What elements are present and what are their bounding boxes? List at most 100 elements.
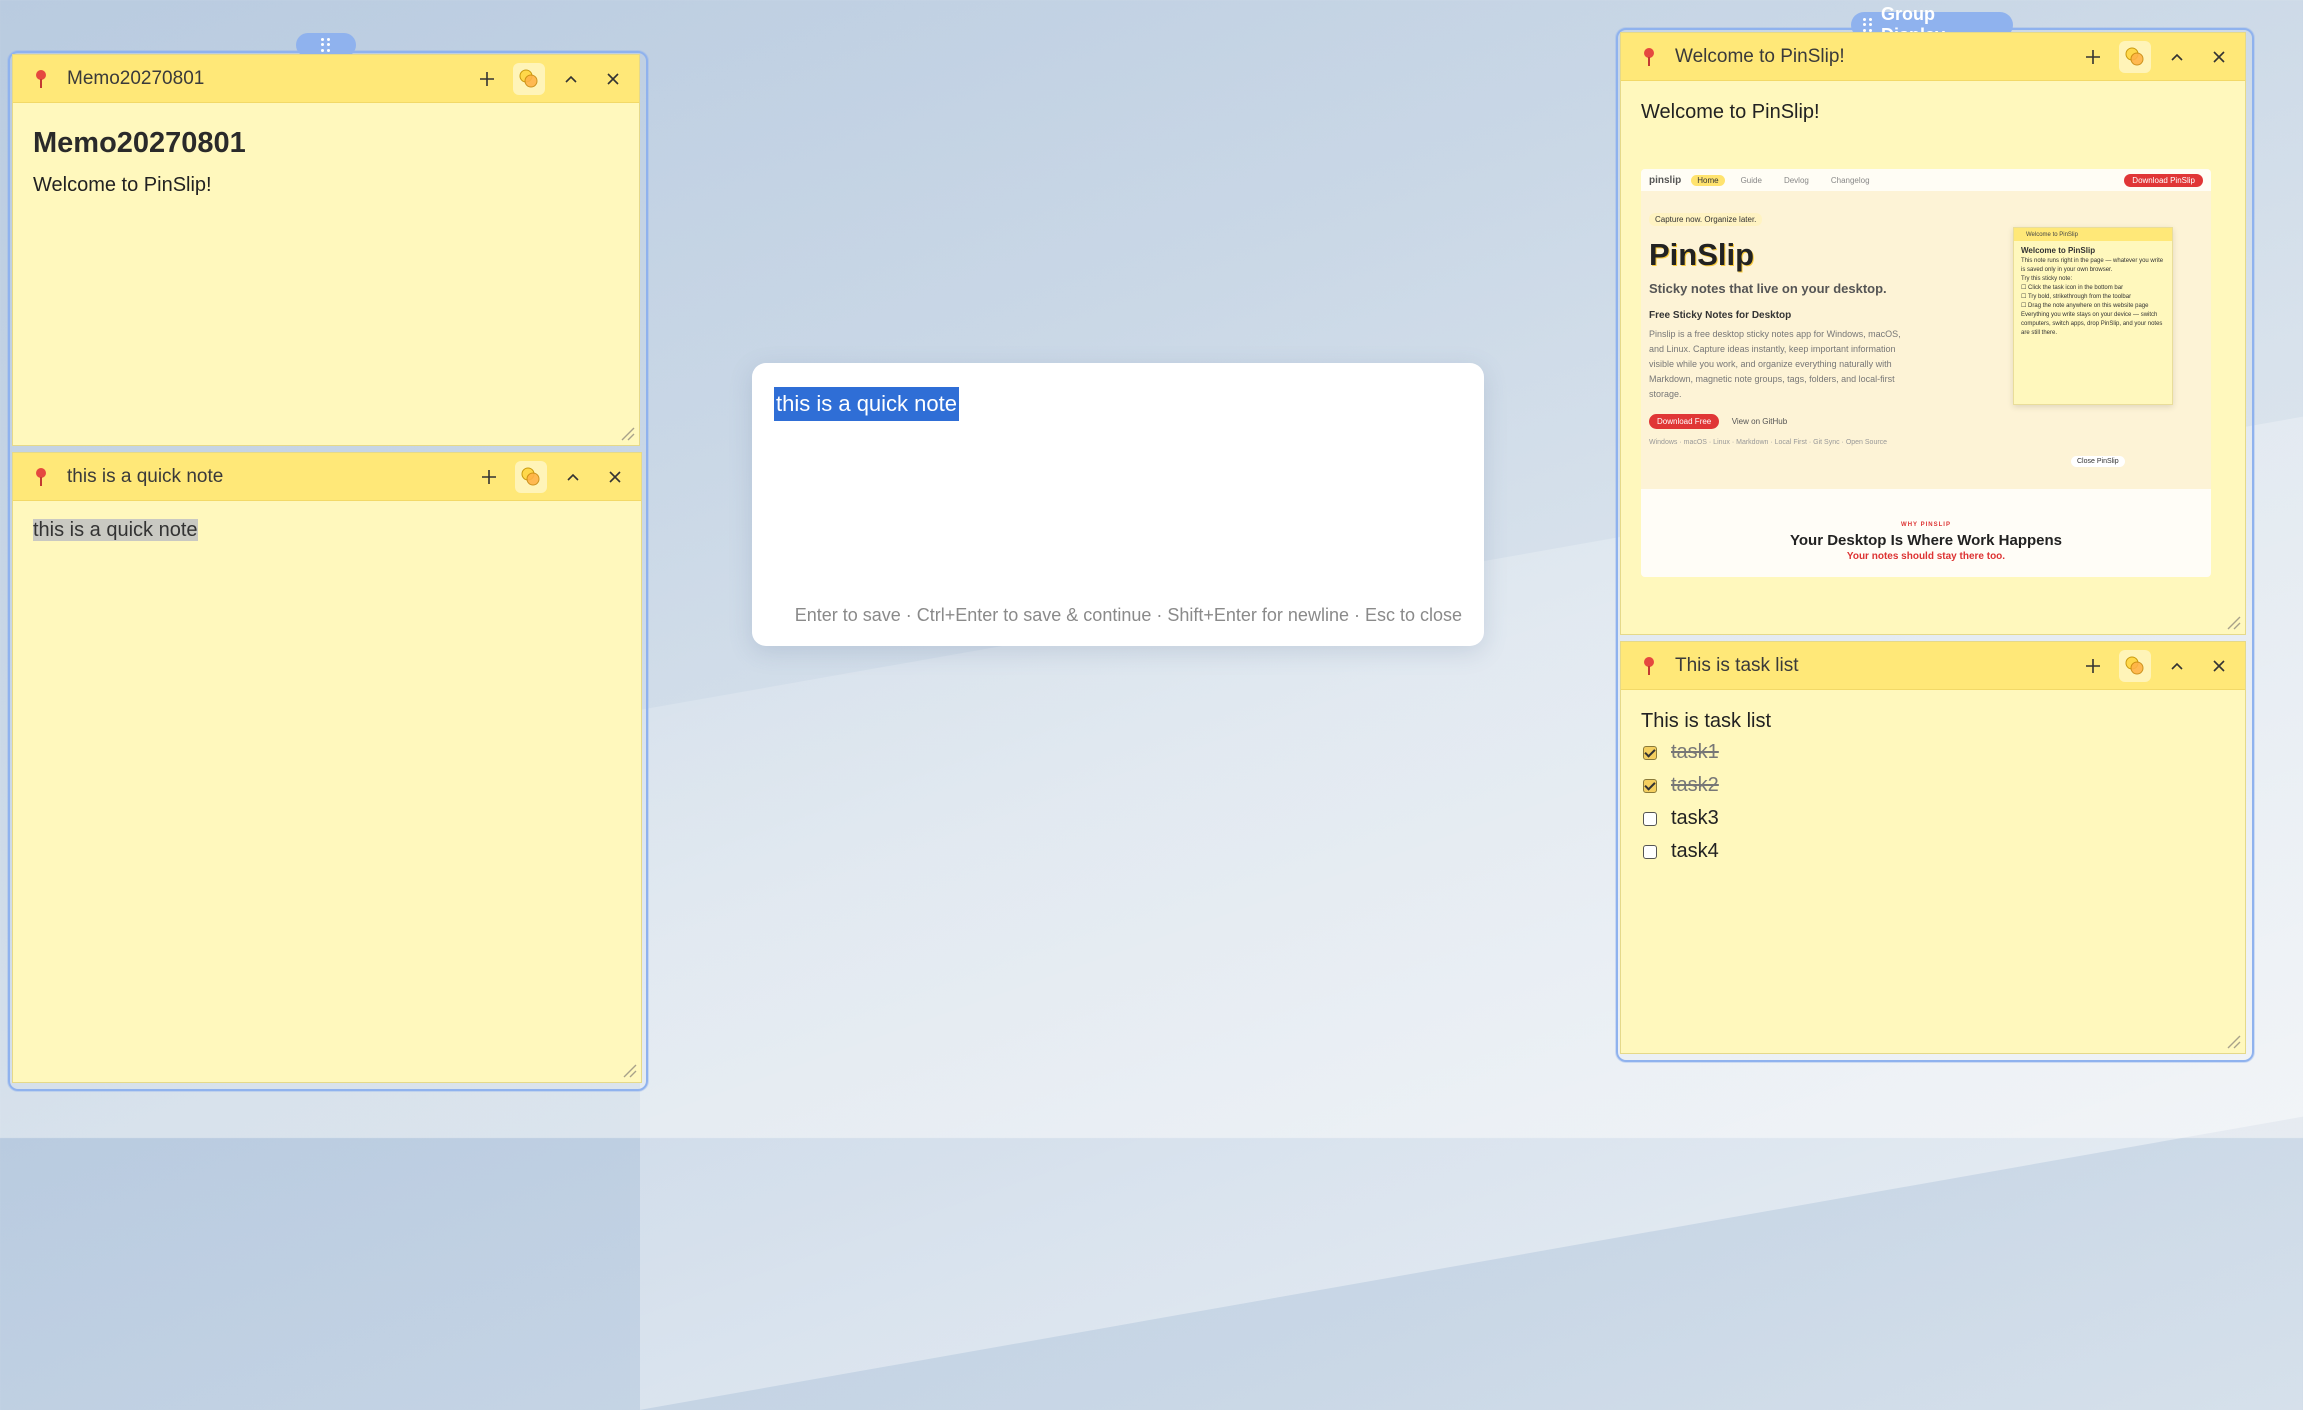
palette-icon: [2125, 47, 2144, 65]
pin-icon[interactable]: [31, 68, 51, 90]
pin-icon[interactable]: [1639, 655, 1659, 677]
collapse-button[interactable]: [2161, 41, 2193, 73]
task-item: task3: [1641, 802, 2225, 835]
quick-note-hint: Enter to save · Ctrl+Enter to save & con…: [794, 605, 1462, 625]
preview-nav-item: Devlog: [1783, 175, 1809, 185]
note-tasks[interactable]: This is task list This is task list task…: [1620, 641, 2246, 1054]
preview-brand: PinSlip: [1649, 237, 1755, 272]
website-screenshot: pinslip Home Guide Devlog Changelog Down…: [1641, 169, 2211, 577]
task-checkbox[interactable]: [1643, 811, 1657, 826]
task-label: task2: [1671, 774, 1719, 796]
preview-red-line: Your notes should stay there too.: [1846, 551, 2006, 562]
collapse-button[interactable]: [555, 63, 587, 95]
pin-icon[interactable]: [1639, 46, 1659, 68]
note-title: Welcome to PinSlip!: [1675, 45, 1845, 67]
quick-note-dialog[interactable]: this is a quick note Enter to save · Ctr…: [752, 363, 1484, 646]
chevron-up-icon: [2171, 53, 2183, 61]
preview-card-heading: Welcome to PinSlip: [2021, 246, 2096, 255]
color-button[interactable]: [515, 460, 547, 493]
note-heading: Memo20270801: [33, 127, 246, 159]
close-button[interactable]: [597, 63, 629, 95]
preview-card-line: ☐ Drag the note anywhere on this website…: [2021, 303, 2149, 309]
note-body[interactable]: Welcome to PinSlip!: [1621, 81, 2245, 151]
plus-icon: [482, 469, 496, 484]
color-button[interactable]: [2119, 649, 2151, 682]
note-body[interactable]: Memo20270801 Welcome to PinSlip!: [13, 103, 639, 224]
quick-note-input[interactable]: this is a quick note: [774, 387, 959, 421]
preview-nav-item: Guide: [1740, 175, 1762, 185]
note-text: This is task list: [1641, 710, 1772, 732]
close-button[interactable]: [2203, 650, 2235, 682]
preview-card-line: Try this sticky note:: [2021, 276, 2073, 282]
note-welcome[interactable]: Welcome to PinSlip! Welcome to PinSlip! …: [1620, 32, 2246, 635]
task-label: task1: [1671, 741, 1719, 763]
plus-icon: [2086, 658, 2100, 673]
add-note-button[interactable]: [471, 63, 503, 95]
task-checkbox[interactable]: [1643, 745, 1657, 760]
note-quick[interactable]: this is a quick note this is a quick not…: [12, 452, 642, 1083]
note-header[interactable]: Memo20270801: [13, 55, 639, 103]
chevron-up-icon: [565, 75, 577, 83]
preview-nav-item: Home: [1691, 174, 1725, 186]
note-title: This is task list: [1675, 654, 1799, 676]
color-button[interactable]: [513, 62, 545, 95]
preview-card-line: Everything you write stays on your devic…: [2021, 312, 2163, 336]
note-text: Welcome to PinSlip!: [33, 174, 212, 196]
resize-handle-icon[interactable]: [2223, 612, 2241, 630]
task-label: task3: [1671, 807, 1719, 829]
pin-icon[interactable]: [31, 466, 51, 488]
preview-hero: Capture now. Organize later. PinSlip Sti…: [1649, 209, 1909, 446]
resize-handle-icon[interactable]: [617, 423, 635, 441]
resize-handle-icon[interactable]: [619, 1060, 637, 1078]
close-icon: [609, 470, 621, 483]
note-body[interactable]: this is a quick note: [13, 501, 641, 569]
note-title: this is a quick note: [67, 465, 224, 487]
preview-card-line: This note runs right in the page — whate…: [2021, 258, 2164, 273]
note-header[interactable]: Welcome to PinSlip!: [1621, 33, 2245, 81]
task-item: task2: [1641, 769, 2225, 802]
close-icon: [2213, 659, 2225, 672]
preview-card-line: ☐ Click the task icon in the bottom bar: [2021, 285, 2124, 291]
preview-why-section: WHY PINSLIP Your Desktop Is Where Work H…: [1641, 489, 2211, 577]
preview-card-title: Welcome to PinSlip: [2014, 228, 2172, 241]
add-note-button[interactable]: [473, 461, 505, 493]
preview-github-link: View on GitHub: [1731, 417, 1788, 426]
palette-icon: [521, 467, 540, 485]
task-item: task1: [1641, 736, 2225, 769]
note-text: Welcome to PinSlip!: [1641, 101, 1820, 123]
chevron-up-icon: [567, 473, 579, 481]
note-text: this is a quick note: [33, 519, 198, 541]
collapse-button[interactable]: [2161, 650, 2193, 682]
preview-nav-item: Changelog: [1830, 175, 1870, 185]
preview-navbar: pinslip Home Guide Devlog Changelog Down…: [1641, 169, 2211, 191]
task-checkbox[interactable]: [1643, 778, 1657, 793]
preview-download-free: Download Free: [1649, 414, 1720, 429]
preview-platforms: Windows · macOS · Linux · Markdown · Loc…: [1649, 439, 1888, 446]
preview-logo: pinslip: [1649, 174, 1682, 186]
plus-icon: [480, 71, 494, 86]
preview-card-line: ☐ Try bold, strikethrough from the toolb…: [2021, 294, 2132, 300]
task-item: task4: [1641, 835, 2225, 868]
note-memo[interactable]: Memo20270801 Memo20270801 Welcome to Pin…: [12, 54, 640, 446]
plus-icon: [2086, 49, 2100, 64]
drag-dots-icon: [321, 38, 331, 52]
palette-icon: [2125, 656, 2144, 674]
preview-tagline: Sticky notes that live on your desktop.: [1649, 281, 1887, 296]
add-note-button[interactable]: [2077, 650, 2109, 682]
close-icon: [607, 72, 619, 85]
close-button[interactable]: [2203, 41, 2235, 73]
close-button[interactable]: [599, 461, 631, 493]
preview-download-button: Download PinSlip: [2124, 173, 2203, 187]
note-body[interactable]: This is task list task1 task2 task3 task…: [1621, 690, 2245, 892]
color-button[interactable]: [2119, 40, 2151, 73]
note-title: Memo20270801: [67, 67, 205, 89]
note-header[interactable]: this is a quick note: [13, 453, 641, 501]
task-checkbox[interactable]: [1643, 844, 1657, 859]
note-header[interactable]: This is task list: [1621, 642, 2245, 690]
resize-handle-icon[interactable]: [2223, 1031, 2241, 1049]
collapse-button[interactable]: [557, 461, 589, 493]
task-label: task4: [1671, 840, 1719, 862]
preview-sticky-card: Welcome to PinSlip Welcome to PinSlip Th…: [2013, 227, 2173, 405]
preview-paragraph: Pinslip is a free desktop sticky notes a…: [1649, 329, 1901, 399]
add-note-button[interactable]: [2077, 41, 2109, 73]
